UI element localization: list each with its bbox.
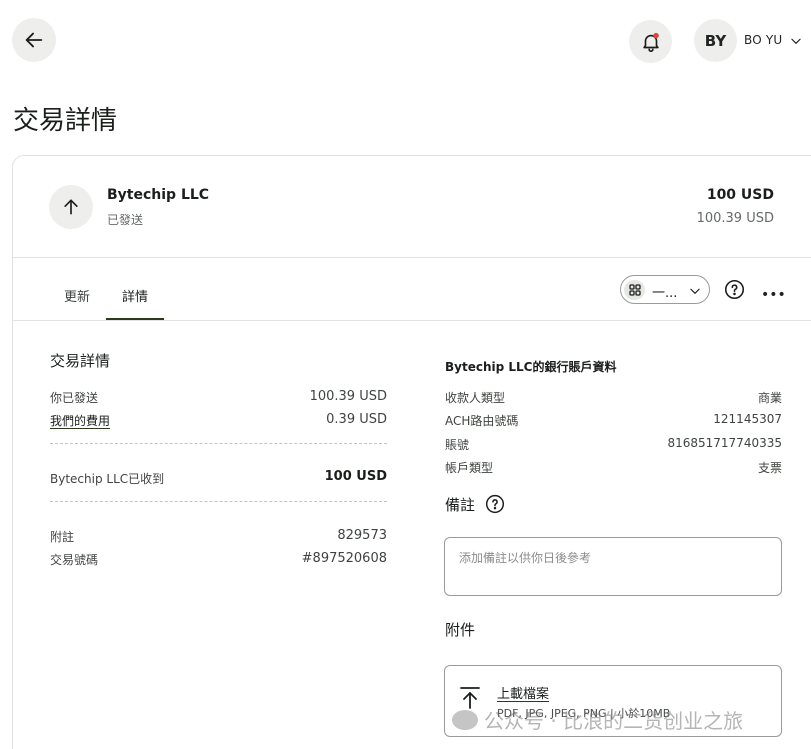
page-title: 交易詳情 [13, 106, 118, 136]
help-icon[interactable] [724, 279, 745, 300]
notes-title: 備註 [445, 496, 476, 514]
transaction-card [12, 155, 811, 749]
received-value: 100 USD [324, 469, 387, 484]
avatar-initials: BY [704, 31, 727, 50]
dashed-divider [50, 501, 387, 502]
arrow-left-icon [25, 32, 43, 48]
bank-row-label: ACH路由號碼 [445, 414, 519, 428]
chevron-down-icon[interactable] [789, 34, 803, 48]
bell-icon [642, 32, 659, 52]
tx-number-label: 交易號碼 [50, 553, 99, 567]
upload-file-link[interactable]: 上載檔案 [497, 683, 549, 702]
bank-row-label: 帳戶類型 [445, 461, 494, 475]
bank-row-value: 816851717740335 [667, 436, 782, 450]
bank-row-value: 支票 [757, 461, 782, 475]
tab-updates[interactable]: 更新 [64, 286, 90, 305]
merchant-name: Bytechip LLC [107, 187, 210, 203]
divider [13, 257, 811, 258]
grid-icon [624, 280, 645, 300]
watermark: 公众号 · 比浪的二货创业之旅 [452, 705, 743, 734]
notifications-button[interactable] [629, 20, 672, 63]
watermark-text: 公众号 · 比浪的二货创业之旅 [484, 709, 744, 733]
bank-row-label: 收款人類型 [445, 391, 506, 405]
transaction-status: 已發送 [107, 213, 144, 227]
attachments-title: 附件 [445, 621, 476, 639]
reference-label: 附註 [50, 530, 75, 544]
notes-input[interactable]: 添加備註以供你日後參考 [444, 537, 782, 596]
fee-link[interactable]: 我們的費用 [50, 412, 110, 429]
amount-sent: 100.39 USD [696, 211, 774, 226]
sent-indicator [49, 185, 93, 229]
amount-received: 100 USD [706, 187, 774, 203]
reference-value: 829573 [337, 528, 387, 543]
fee-value: 0.39 USD [326, 412, 387, 427]
back-button[interactable] [12, 18, 56, 62]
sent-value: 100.39 USD [309, 389, 387, 404]
bank-row-value: 商業 [757, 391, 782, 405]
view-select-value: 一... [652, 286, 678, 301]
wechat-logo-icon [452, 709, 478, 730]
arrow-up-icon [64, 199, 78, 215]
bank-row-value: 121145307 [713, 412, 782, 426]
user-name[interactable]: BO YU [744, 33, 782, 47]
tx-number-value: #897520608 [301, 551, 387, 566]
bank-row-label: 賬號 [445, 438, 470, 452]
sent-label: 你已發送 [50, 391, 99, 405]
dashed-divider [50, 443, 387, 444]
details-title: 交易詳情 [50, 352, 111, 370]
chevron-down-icon [690, 288, 700, 295]
bank-details-title: Bytechip LLC的銀行賬戶資料 [445, 360, 617, 374]
tab-details[interactable]: 詳情 [122, 286, 148, 305]
more-options-icon[interactable]: ••• [761, 287, 786, 303]
divider [13, 320, 811, 321]
help-icon[interactable] [485, 494, 505, 514]
received-label: Bytechip LLC已收到 [50, 472, 165, 486]
avatar[interactable]: BY [694, 19, 737, 62]
